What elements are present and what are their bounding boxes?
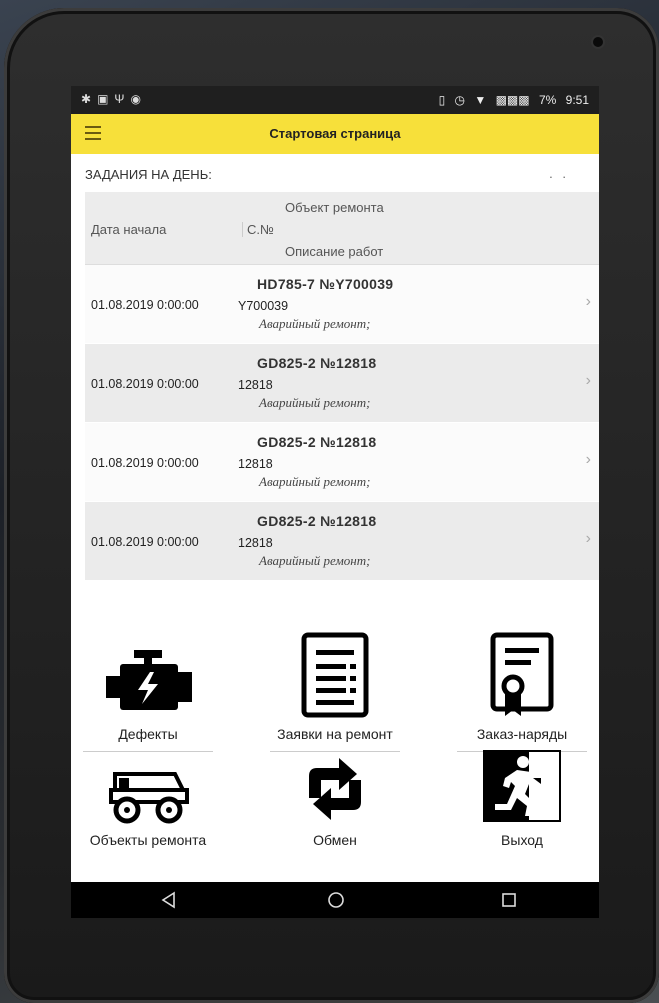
row-description: Аварийный ремонт; bbox=[259, 316, 371, 331]
status-right: ▯ ◷ ▼ ▩▩▩ 7% 9:51 bbox=[433, 93, 589, 107]
row-object: GD825-2 №12818 bbox=[257, 434, 377, 450]
screen: ✱▣Ψ◉ ▯ ◷ ▼ ▩▩▩ 7% 9:51 Стартовая страниц… bbox=[71, 86, 599, 918]
tile-label: Обмен bbox=[313, 832, 357, 848]
table-row[interactable]: 01.08.2019 0:00:00 GD825-2 №12818 12818 … bbox=[85, 423, 599, 502]
exit-icon bbox=[447, 750, 597, 824]
tiles-grid: Дефекты Заявки на ремонт Заказ-наряды Об… bbox=[71, 632, 599, 880]
table-row[interactable]: 01.08.2019 0:00:00 GD825-2 №12818 12818 … bbox=[85, 344, 599, 423]
dump-truck-icon bbox=[73, 762, 223, 824]
table-row[interactable]: 01.08.2019 0:00:00 HD785-7 №Y700039 Y700… bbox=[85, 265, 599, 344]
defects-button[interactable]: Дефекты bbox=[73, 636, 223, 752]
tile-label: Выход bbox=[501, 832, 543, 848]
tile-label: Дефекты bbox=[118, 726, 178, 742]
android-icon: ◉ bbox=[130, 92, 147, 106]
row-object: GD825-2 №12818 bbox=[257, 513, 377, 529]
recents-icon[interactable] bbox=[499, 890, 519, 915]
tasks-header-label: ЗАДАНИЯ НА ДЕНЬ: bbox=[85, 167, 212, 182]
row-date: 01.08.2019 0:00:00 bbox=[91, 456, 199, 470]
app-bar: Стартовая страница bbox=[71, 114, 599, 154]
tile-label: Объекты ремонта bbox=[89, 832, 207, 848]
chevron-right-icon: › bbox=[585, 372, 591, 389]
row-object: HD785-7 №Y700039 bbox=[257, 276, 394, 292]
image-icon: ▣ bbox=[97, 92, 115, 106]
row-object: GD825-2 №12818 bbox=[257, 355, 377, 371]
camera bbox=[593, 37, 603, 47]
document-list-icon bbox=[260, 632, 410, 718]
exchange-button[interactable]: Обмен bbox=[260, 758, 410, 848]
alarm-icon: ◷ bbox=[454, 93, 466, 107]
tile-label: Заказ-наряды bbox=[476, 726, 568, 742]
exit-button[interactable]: Выход bbox=[447, 750, 597, 848]
row-date: 01.08.2019 0:00:00 bbox=[91, 535, 199, 549]
more-icon[interactable]: . . bbox=[549, 166, 569, 181]
battery-level: 7% bbox=[538, 93, 557, 107]
row-serial: 12818 bbox=[238, 457, 273, 471]
row-description: Аварийный ремонт; bbox=[259, 553, 371, 568]
settings-alert-icon: ✱ bbox=[81, 92, 98, 106]
wifi-icon: ▼ bbox=[474, 93, 487, 107]
row-description: Аварийный ремонт; bbox=[259, 474, 371, 489]
column-date: Дата начала bbox=[91, 222, 167, 237]
navigation-bar bbox=[71, 882, 599, 918]
row-date: 01.08.2019 0:00:00 bbox=[91, 377, 199, 391]
column-object: Объект ремонта bbox=[285, 200, 384, 215]
status-bar: ✱▣Ψ◉ ▯ ◷ ▼ ▩▩▩ 7% 9:51 bbox=[71, 86, 599, 114]
table-header: Объект ремонта Дата начала С.№ Описание … bbox=[85, 192, 599, 265]
chevron-right-icon: › bbox=[585, 451, 591, 468]
row-description: Аварийный ремонт; bbox=[259, 395, 371, 410]
engine-icon bbox=[73, 636, 223, 718]
status-left-icons: ✱▣Ψ◉ bbox=[81, 92, 147, 106]
tasks-table: Объект ремонта Дата начала С.№ Описание … bbox=[85, 192, 599, 581]
table-row[interactable]: 01.08.2019 0:00:00 GD825-2 №12818 12818 … bbox=[85, 502, 599, 581]
row-serial: 12818 bbox=[238, 536, 273, 550]
vibrate-icon: ▯ bbox=[438, 93, 446, 107]
tasks-header: ЗАДАНИЯ НА ДЕНЬ: . . bbox=[71, 154, 599, 192]
tile-label: Заявки на ремонт bbox=[277, 726, 393, 742]
back-icon[interactable] bbox=[159, 890, 179, 915]
work-orders-button[interactable]: Заказ-наряды bbox=[447, 632, 597, 752]
column-serial: С.№ bbox=[242, 222, 274, 237]
chevron-right-icon: › bbox=[585, 530, 591, 547]
row-date: 01.08.2019 0:00:00 bbox=[91, 298, 199, 312]
repair-objects-button[interactable]: Объекты ремонта bbox=[73, 762, 223, 848]
row-serial: Y700039 bbox=[238, 299, 289, 313]
chevron-right-icon: › bbox=[585, 293, 591, 310]
page-title: Стартовая страница bbox=[269, 126, 401, 141]
column-description: Описание работ bbox=[285, 244, 384, 259]
certificate-icon bbox=[447, 632, 597, 718]
repair-requests-button[interactable]: Заявки на ремонт bbox=[260, 632, 410, 752]
clock: 9:51 bbox=[565, 93, 589, 107]
usb-icon: Ψ bbox=[114, 92, 131, 106]
row-serial: 12818 bbox=[238, 378, 273, 392]
home-icon[interactable] bbox=[326, 890, 346, 915]
sync-icon bbox=[260, 758, 410, 824]
signal-icon: ▩▩▩ bbox=[495, 93, 530, 107]
